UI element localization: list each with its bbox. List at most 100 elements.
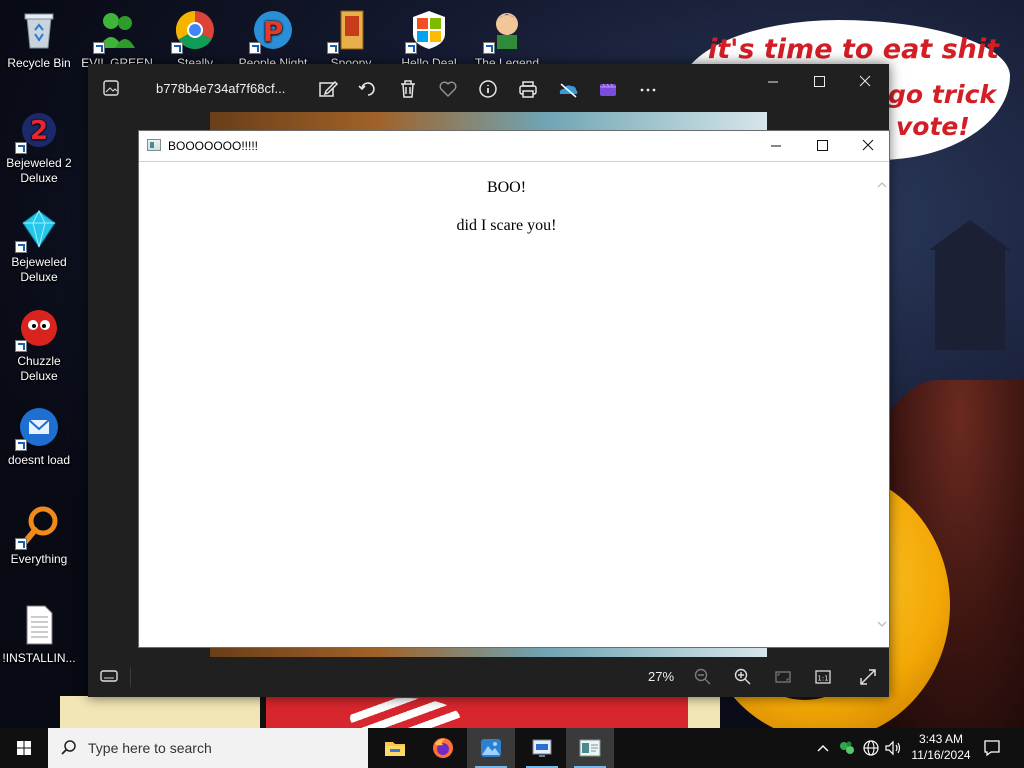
- onedrive-icon[interactable]: [557, 78, 579, 100]
- photos-titlebar[interactable]: b778b4e734af7f68cf...: [88, 64, 889, 114]
- shortcut-arrow-icon: [15, 340, 27, 352]
- svg-text:2: 2: [30, 116, 48, 146]
- desktop-icon-label: Recycle Bin: [7, 56, 71, 70]
- shortcut-arrow-icon: [15, 439, 27, 451]
- actual-size-icon[interactable]: 1:1: [813, 667, 833, 687]
- chuzzle-icon: [15, 306, 61, 352]
- boo-content-area: BOO! did I scare you!: [139, 162, 874, 647]
- photos-maximize-button[interactable]: [799, 72, 839, 92]
- info-icon[interactable]: [477, 78, 499, 100]
- taskbar-file-explorer[interactable]: [371, 728, 419, 768]
- search-icon: [60, 739, 78, 757]
- desktop-icon-peggle[interactable]: P People Night: [234, 8, 312, 71]
- chrome-icon: [171, 8, 217, 54]
- desktop-icon-bejeweled[interactable]: Bejeweled Deluxe: [0, 207, 78, 285]
- boo-scrollbar[interactable]: [874, 162, 889, 647]
- svg-text:P: P: [263, 15, 284, 48]
- taskbar-firefox[interactable]: [419, 728, 467, 768]
- wallpaper-red-panel: [264, 696, 688, 728]
- image-app-icon[interactable]: [102, 79, 120, 97]
- desktop-icon-thunderbird[interactable]: doesnt load: [0, 405, 78, 468]
- file-explorer-icon: [385, 742, 405, 756]
- shortcut-arrow-icon: [93, 42, 105, 54]
- shortcut-arrow-icon: [15, 538, 27, 550]
- desktop-icon-chrome[interactable]: Steally: [156, 8, 234, 71]
- edit-image-icon[interactable]: [317, 78, 339, 100]
- zoom-level-readout: 27%: [648, 669, 675, 684]
- favorite-icon[interactable]: [437, 78, 459, 100]
- desktop-icon-label: !INSTALLIN...: [2, 651, 76, 665]
- rotate-icon[interactable]: [357, 78, 379, 100]
- network-globe-icon[interactable]: [862, 738, 880, 758]
- svg-text:1:1: 1:1: [817, 675, 828, 683]
- taskbar-search-box[interactable]: Type here to search: [48, 728, 368, 768]
- thunderbird-icon: [15, 405, 61, 451]
- boo-titlebar[interactable]: BOOOOOOO!!!!!: [139, 131, 889, 162]
- desktop-icon-bejeweled-2[interactable]: 2 Bejeweled 2 Deluxe: [0, 108, 78, 186]
- volume-speaker-icon[interactable]: [884, 738, 902, 758]
- shortcut-arrow-icon: [483, 42, 495, 54]
- photos-icon: [481, 739, 501, 757]
- video-editor-icon[interactable]: [597, 78, 619, 100]
- taskbar-clock[interactable]: 3:43 AM 11/16/2024: [910, 731, 972, 763]
- more-options-icon[interactable]: [637, 78, 659, 100]
- desktop-icon-label: Chuzzle Deluxe: [17, 354, 61, 383]
- bubble-text-line-1: it's time to eat shit: [708, 34, 1000, 65]
- zoom-in-icon[interactable]: [733, 667, 753, 687]
- desktop-icon-label: Bejeweled Deluxe: [11, 255, 67, 284]
- desktop-icon-the-legend[interactable]: The Legend: [468, 8, 546, 71]
- fullscreen-icon[interactable]: [858, 667, 878, 687]
- print-icon[interactable]: [517, 78, 539, 100]
- photos-close-button[interactable]: [845, 72, 885, 92]
- zoom-out-icon[interactable]: [693, 667, 713, 687]
- desktop-icon-installing-file[interactable]: !INSTALLIN...: [0, 603, 78, 666]
- boo-close-button[interactable]: [845, 131, 891, 161]
- boo-maximize-button[interactable]: [799, 131, 845, 161]
- desktop-icon-label: Everything: [10, 552, 68, 566]
- shortcut-arrow-icon: [15, 142, 27, 154]
- bejeweled-icon: [15, 207, 61, 253]
- show-hidden-icons-chevron-icon[interactable]: [814, 738, 832, 758]
- recycle-bin-icon: [17, 8, 61, 52]
- everything-search-icon: [15, 504, 61, 550]
- photos-bottom-bar: 27% 1:1: [88, 657, 889, 697]
- bubble-text-line-3: vote!: [896, 112, 970, 141]
- bubble-text-line-2: go trick: [888, 80, 997, 109]
- photo-filename: b778b4e734af7f68cf...: [156, 81, 286, 96]
- scroll-up-arrow-icon[interactable]: [876, 178, 888, 190]
- scroll-down-arrow-icon[interactable]: [876, 617, 888, 629]
- window-app-icon: [579, 739, 601, 757]
- peggle-icon: P: [249, 8, 295, 54]
- filmstrip-toggle-icon[interactable]: [100, 668, 118, 684]
- delete-icon[interactable]: [397, 78, 419, 100]
- notification-center-icon[interactable]: [982, 738, 1002, 758]
- boo-dialog-window[interactable]: BOOOOOOO!!!!! BOO! did I scare you!: [138, 130, 890, 648]
- shortcut-arrow-icon: [15, 241, 27, 253]
- shortcut-arrow-icon: [171, 42, 183, 54]
- remote-app-icon: [532, 739, 552, 757]
- wallpaper-black-stroke: [260, 696, 266, 728]
- bejeweled-2-icon: 2: [15, 108, 61, 154]
- boo-minimize-button[interactable]: [753, 131, 799, 161]
- desktop-icon-recycle-bin[interactable]: Recycle Bin: [0, 8, 78, 71]
- boo-window-title: BOOOOOOO!!!!!: [168, 139, 259, 153]
- desktop-icon-everything[interactable]: Everything: [0, 504, 78, 567]
- tray-app-icon[interactable]: [838, 738, 856, 758]
- wallpaper-bottom-art: [60, 696, 720, 728]
- shortcut-arrow-icon: [405, 42, 417, 54]
- taskbar-photos[interactable]: [467, 728, 515, 768]
- fit-to-window-icon[interactable]: [773, 667, 793, 687]
- taskbar-window-app[interactable]: [566, 728, 614, 768]
- desktop-icon-hello-deal[interactable]: Hello Deal: [390, 8, 468, 71]
- start-button[interactable]: [0, 728, 48, 768]
- photos-minimize-button[interactable]: [753, 72, 793, 92]
- bottom-bar-divider: [130, 667, 131, 687]
- desktop-icon-evil-green[interactable]: EVIL GREEN: [78, 8, 156, 71]
- firefox-icon: [433, 738, 453, 758]
- desktop-icon-chuzzle[interactable]: Chuzzle Deluxe: [0, 306, 78, 384]
- window-app-icon: [147, 139, 161, 151]
- boo-message: did I scare you!: [456, 217, 557, 234]
- taskbar-remote-app[interactable]: [518, 728, 566, 768]
- text-file-icon: [17, 603, 61, 647]
- desktop-icon-spoopy[interactable]: Spoopy: [312, 8, 390, 71]
